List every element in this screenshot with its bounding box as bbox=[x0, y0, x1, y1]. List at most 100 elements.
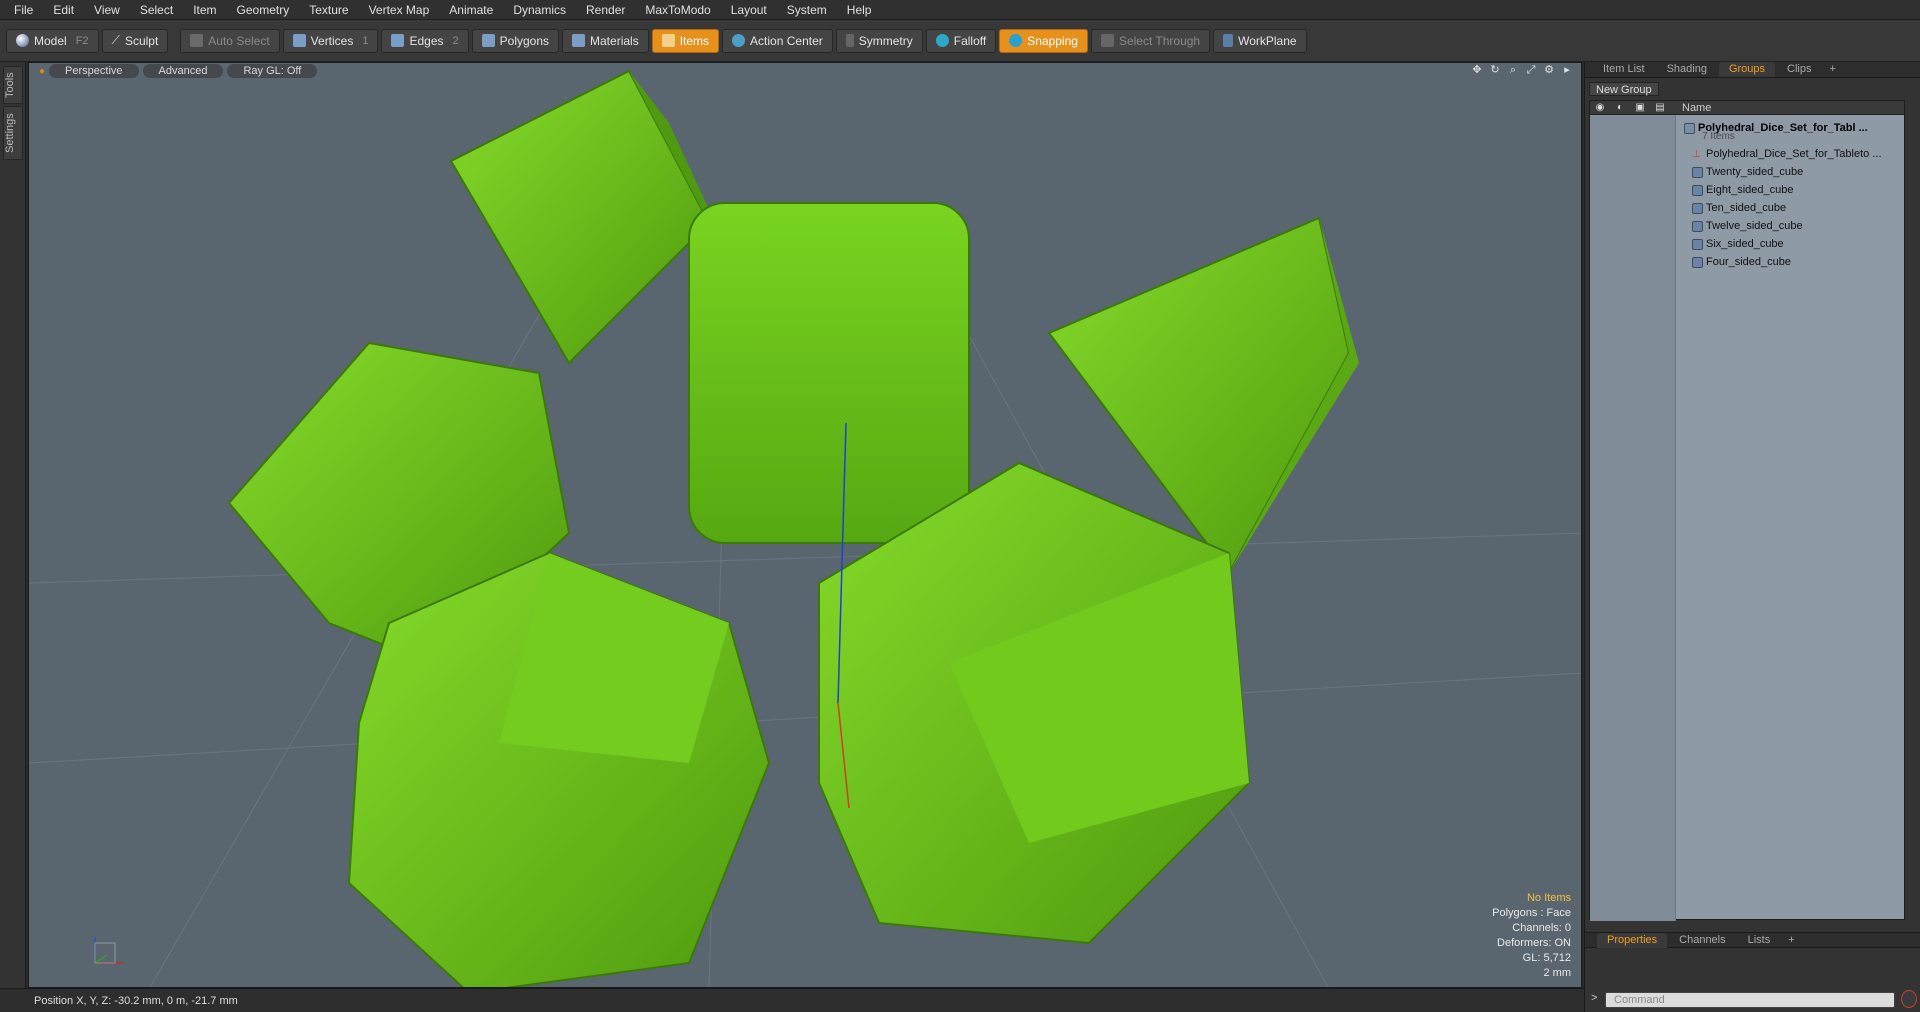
sculpt-button[interactable]: ⟋ Sculpt bbox=[101, 28, 169, 53]
menu-help[interactable]: Help bbox=[837, 0, 882, 20]
position-readout: Position X, Y, Z: -30.2 mm, 0 m, -21.7 m… bbox=[34, 994, 238, 1007]
mesh-icon bbox=[1692, 166, 1703, 178]
group-row[interactable]: Polyhedral_Dice_Set_for_Tabl ... bbox=[1590, 115, 1904, 141]
arrow-right-icon[interactable]: ▸ bbox=[1561, 64, 1573, 76]
rotate-icon[interactable]: ↻ bbox=[1489, 64, 1501, 76]
list-item[interactable]: Six_sided_cube bbox=[1590, 235, 1904, 253]
locator-icon: ⊥ bbox=[1692, 148, 1701, 160]
menu-system[interactable]: System bbox=[777, 0, 837, 20]
hud-gl: GL: 5,712 bbox=[1522, 952, 1571, 964]
tab-item-list[interactable]: Item List bbox=[1593, 62, 1655, 77]
items-label: Items bbox=[679, 33, 710, 48]
gear-icon[interactable]: ⚙ bbox=[1543, 64, 1555, 76]
render-icon[interactable]: ◐ bbox=[1610, 102, 1630, 113]
auto-select-button[interactable]: Auto Select bbox=[180, 28, 280, 53]
six-sided-die[interactable] bbox=[688, 202, 970, 544]
tab-groups[interactable]: Groups bbox=[1718, 62, 1776, 77]
tab-channels[interactable]: Channels bbox=[1669, 933, 1735, 948]
tab-properties[interactable]: Properties bbox=[1597, 932, 1668, 948]
item-label: Six_sided_cube bbox=[1706, 238, 1784, 250]
menu-render[interactable]: Render bbox=[576, 0, 635, 20]
item-label: Four_sided_cube bbox=[1706, 256, 1792, 268]
right-panel-tabs: Item List Shading Groups Clips + bbox=[1585, 62, 1920, 78]
tab-shading[interactable]: Shading bbox=[1657, 62, 1717, 77]
raygl-button[interactable]: Ray GL: Off bbox=[227, 64, 318, 78]
shading-mode-button[interactable]: Advanced bbox=[142, 64, 224, 78]
twelve-sided-die[interactable] bbox=[347, 551, 771, 988]
add-tab-icon[interactable]: + bbox=[1782, 933, 1800, 948]
falloff-icon bbox=[935, 34, 949, 47]
snapping-button[interactable]: Snapping bbox=[999, 28, 1088, 53]
command-input[interactable]: Command bbox=[1605, 992, 1895, 1008]
sculpt-label: Sculpt bbox=[124, 33, 159, 48]
mesh-icon bbox=[1692, 220, 1703, 232]
viewport-menu-dot[interactable]: ● bbox=[39, 66, 45, 77]
settings-tab[interactable]: Settings bbox=[3, 106, 23, 160]
list-item[interactable]: ⊥ Polyhedral_Dice_Set_for_Tableto ... bbox=[1590, 145, 1904, 163]
auto-select-label: Auto Select bbox=[208, 33, 270, 48]
menu-select[interactable]: Select bbox=[130, 0, 183, 20]
list-item[interactable]: Ten_sided_cube bbox=[1590, 199, 1904, 217]
action-center-label: Action Center bbox=[750, 33, 823, 48]
menu-item[interactable]: Item bbox=[183, 0, 226, 20]
falloff-button[interactable]: Falloff bbox=[925, 28, 997, 53]
viewport-nav-icons: ✥ ↻ ⌕ ⤢ ⚙ ▸ bbox=[1471, 64, 1573, 76]
menu-texture[interactable]: Texture bbox=[299, 0, 358, 20]
snapping-label: Snapping bbox=[1027, 33, 1078, 48]
edges-label: Edges bbox=[409, 33, 444, 48]
symmetry-label: Symmetry bbox=[858, 33, 913, 48]
menu-file[interactable]: File bbox=[4, 0, 43, 20]
eight-sided-die[interactable] bbox=[449, 69, 729, 365]
tools-tab[interactable]: Tools bbox=[3, 66, 23, 104]
vertices-shortcut: 1 bbox=[362, 34, 369, 47]
item-label: Polyhedral_Dice_Set_for_Tableto ... bbox=[1706, 148, 1882, 160]
select-icon[interactable]: ▤ bbox=[1650, 102, 1670, 113]
3d-viewport[interactable]: ● Perspective Advanced Ray GL: Off ✥ ↻ ⌕… bbox=[28, 62, 1582, 988]
edges-button[interactable]: Edges 2 bbox=[381, 28, 469, 53]
pan-icon[interactable]: ✥ bbox=[1471, 64, 1483, 76]
zoom-icon[interactable]: ⌕ bbox=[1507, 64, 1519, 76]
view-type-button[interactable]: Perspective bbox=[49, 64, 139, 78]
list-item[interactable]: Eight_sided_cube bbox=[1590, 181, 1904, 199]
workplane-button[interactable]: WorkPlane bbox=[1213, 28, 1307, 53]
name-column-header[interactable]: Name bbox=[1670, 102, 1711, 114]
vertices-button[interactable]: Vertices 1 bbox=[282, 28, 379, 53]
falloff-label: Falloff bbox=[953, 33, 987, 48]
list-item[interactable]: Twelve_sided_cube bbox=[1590, 217, 1904, 235]
command-history-button[interactable] bbox=[1901, 990, 1917, 1008]
list-item[interactable]: Twenty_sided_cube bbox=[1590, 163, 1904, 181]
list-header: ◉ ◐ ▣ ▤ Name bbox=[1590, 101, 1904, 115]
items-button[interactable]: Items bbox=[651, 28, 720, 53]
menu-dynamics[interactable]: Dynamics bbox=[503, 0, 576, 20]
materials-button[interactable]: Materials bbox=[562, 28, 649, 53]
add-tab-icon[interactable]: + bbox=[1823, 62, 1841, 77]
hud-scale: 2 mm bbox=[1543, 967, 1572, 979]
list-item[interactable]: Four_sided_cube bbox=[1590, 253, 1904, 271]
action-center-button[interactable]: Action Center bbox=[722, 28, 833, 53]
menu-edit[interactable]: Edit bbox=[43, 0, 84, 20]
mesh-icon bbox=[1692, 202, 1703, 214]
menu-animate[interactable]: Animate bbox=[439, 0, 503, 20]
auto-select-icon bbox=[190, 34, 204, 47]
menu-maxtomodo[interactable]: MaxToModo bbox=[635, 0, 720, 20]
model-button[interactable]: Model F2 bbox=[6, 28, 99, 53]
menu-geometry[interactable]: Geometry bbox=[227, 0, 300, 20]
tab-clips[interactable]: Clips bbox=[1777, 62, 1821, 77]
menu-view[interactable]: View bbox=[84, 0, 130, 20]
tab-lists[interactable]: Lists bbox=[1738, 933, 1781, 948]
symmetry-button[interactable]: Symmetry bbox=[835, 28, 923, 53]
item-label: Eight_sided_cube bbox=[1706, 184, 1794, 196]
menu-layout[interactable]: Layout bbox=[721, 0, 777, 20]
menu-vertex-map[interactable]: Vertex Map bbox=[359, 0, 440, 20]
lock-icon[interactable]: ▣ bbox=[1630, 102, 1650, 113]
item-label: Twenty_sided_cube bbox=[1706, 166, 1804, 178]
mesh-icon bbox=[1692, 256, 1703, 268]
maximize-icon[interactable]: ⤢ bbox=[1525, 64, 1537, 76]
group-icon bbox=[1684, 122, 1695, 134]
polygons-button[interactable]: Polygons bbox=[471, 28, 560, 53]
select-through-button[interactable]: Select Through bbox=[1090, 28, 1211, 53]
viewport-header: ● Perspective Advanced Ray GL: Off bbox=[29, 63, 1581, 79]
new-group-button[interactable]: New Group bbox=[1589, 82, 1659, 96]
visibility-eye-icon[interactable]: ◉ bbox=[1590, 102, 1610, 113]
scene-render bbox=[29, 69, 1581, 988]
